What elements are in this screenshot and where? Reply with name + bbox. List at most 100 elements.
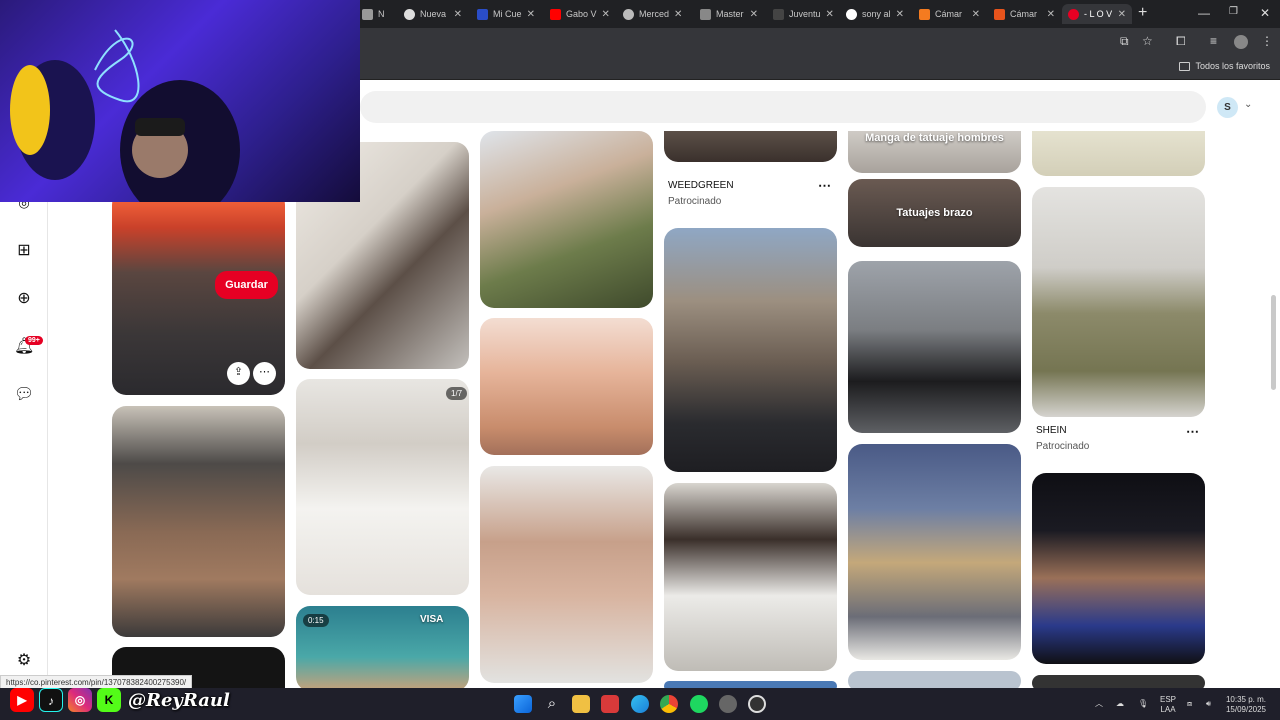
browser-tab-active[interactable]: - L O V ✕ <box>1062 4 1132 24</box>
tray-chevron-icon[interactable]: ︿ <box>1095 699 1103 709</box>
carousel-count-badge: 1/7 <box>446 387 468 400</box>
search-input[interactable] <box>360 91 1206 123</box>
tab-favicon-icon <box>404 8 415 20</box>
tab-close-icon[interactable]: ✕ <box>1047 9 1055 20</box>
media-icon[interactable]: ≡ <box>1210 34 1217 48</box>
sponsored-label: Patrocinado <box>668 196 722 207</box>
more-options-icon[interactable]: ⋯ <box>818 178 831 194</box>
tab-favicon-icon <box>773 8 784 20</box>
more-options-icon[interactable]: ⋯ <box>253 362 276 385</box>
share-icon[interactable]: ⇪ <box>227 362 250 385</box>
ad-title[interactable]: SHEIN <box>1036 425 1089 436</box>
create-icon[interactable]: ⊕ <box>14 289 34 309</box>
settings-gear-icon[interactable]: ⚙ <box>14 651 34 671</box>
browser-tab[interactable]: Cámar ✕ <box>913 4 986 24</box>
clock[interactable]: 10:35 p. m. 15/09/2025 <box>1223 695 1269 715</box>
tab-close-icon[interactable]: ✕ <box>1118 9 1126 20</box>
streamer-handle: @ReyRaul <box>128 689 230 711</box>
pin-image[interactable] <box>1032 131 1205 176</box>
windows-start-icon[interactable] <box>514 695 532 713</box>
ad-meta: SHEIN Patrocinado <box>1036 425 1089 452</box>
restore-icon[interactable]: ❐ <box>1229 6 1238 17</box>
scrollbar-thumb[interactable] <box>1271 295 1276 390</box>
pin-image-car-selfie[interactable] <box>112 406 285 637</box>
edge-icon[interactable] <box>631 695 649 713</box>
extensions-icon[interactable]: ⧠ <box>1176 34 1186 49</box>
profile-avatar-icon[interactable] <box>1234 35 1248 49</box>
pin-image-ad[interactable] <box>664 131 837 162</box>
input-language[interactable]: ESP LAA <box>1160 695 1176 715</box>
network-icon[interactable]: ⧈ <box>1187 699 1192 709</box>
pin-image[interactable] <box>664 681 837 688</box>
browser-tab[interactable]: Cámar ✕ <box>988 4 1061 24</box>
cast-icon[interactable]: ⧉ <box>1120 34 1129 49</box>
media-player-icon[interactable] <box>748 695 766 713</box>
boards-icon[interactable]: ⊞ <box>14 241 34 261</box>
browser-tab[interactable]: Merced ✕ <box>617 4 687 24</box>
tab-favicon-icon <box>623 8 634 20</box>
chrome-icon[interactable] <box>660 695 678 713</box>
tab-close-icon[interactable]: ✕ <box>602 9 610 20</box>
pin-image-city[interactable] <box>848 444 1021 660</box>
browser-tab[interactable]: Nueva ✕ <box>398 4 468 24</box>
app-icon[interactable] <box>719 695 737 713</box>
pin-image[interactable] <box>480 131 653 308</box>
browser-tab[interactable]: Master ✕ <box>694 4 764 24</box>
notification-count-badge: 99+ <box>25 336 43 345</box>
browser-tab[interactable]: Juventu ✕ <box>767 4 837 24</box>
browser-tab[interactable]: Mi Cue ✕ <box>471 4 541 24</box>
pin-image-selfie[interactable] <box>848 261 1021 433</box>
browser-tab[interactable]: Gabo V ✕ <box>544 4 614 24</box>
tab-close-icon[interactable]: ✕ <box>750 9 758 20</box>
instagram-icon: ◎ <box>68 688 92 712</box>
tab-close-icon[interactable]: ✕ <box>896 9 904 20</box>
youtube-icon: ▶ <box>10 688 34 712</box>
tab-close-icon[interactable]: ✕ <box>972 9 980 20</box>
tiktok-icon: ♪ <box>39 688 63 712</box>
tab-favicon-icon <box>362 8 373 20</box>
pin-image[interactable] <box>1032 675 1205 688</box>
tab-close-icon[interactable]: ✕ <box>527 9 535 20</box>
tab-favicon-icon <box>994 8 1005 20</box>
video-duration-badge: 0:15 <box>303 614 329 627</box>
more-options-icon[interactable]: ⋯ <box>1186 424 1199 440</box>
webcam-image <box>10 29 240 202</box>
messages-icon[interactable]: 💬︎ <box>14 385 34 405</box>
microphone-icon[interactable]: 🎙︎ <box>1138 699 1148 709</box>
pin-image-glasses[interactable] <box>296 379 469 595</box>
pin-overlay-text: Manga de tatuaje hombres <box>865 132 1004 144</box>
bookmark-star-icon[interactable]: ☆ <box>1142 34 1153 48</box>
tab-close-icon[interactable]: ✕ <box>826 9 834 20</box>
app-icon[interactable] <box>601 695 619 713</box>
close-window-icon[interactable]: ✕ <box>1260 6 1270 20</box>
tab-favicon-icon <box>919 8 930 20</box>
file-explorer-icon[interactable] <box>572 695 590 713</box>
volume-icon[interactable]: 🔊︎ <box>1206 699 1211 709</box>
browser-tab[interactable]: sony al ✕ <box>840 4 910 24</box>
stream-social-overlay: ▶ ♪ ◎ K @ReyRaul <box>0 687 230 713</box>
minimize-icon[interactable]: — <box>1198 6 1210 20</box>
pin-image-face-tattoo[interactable] <box>480 466 653 683</box>
tab-close-icon[interactable]: ✕ <box>454 9 462 20</box>
chevron-down-icon[interactable]: ⌄ <box>1244 99 1252 110</box>
pin-image[interactable] <box>848 671 1021 688</box>
search-icon[interactable]: ⌕ <box>543 695 561 713</box>
save-button[interactable]: Guardar <box>215 271 278 299</box>
pin-image-hills[interactable] <box>664 228 837 472</box>
browser-menu-icon[interactable]: ⋮ <box>1261 34 1273 48</box>
tab-favicon-icon <box>477 8 488 20</box>
tab-close-icon[interactable]: ✕ <box>674 9 682 20</box>
pin-image-fashion[interactable] <box>1032 187 1205 417</box>
pin-image-tattoo-torso[interactable] <box>480 318 653 455</box>
ad-title[interactable]: WEEDGREEN <box>668 180 734 191</box>
spotify-icon[interactable] <box>690 695 708 713</box>
visa-logo: VISA <box>420 614 444 625</box>
cloud-icon[interactable]: ☁ <box>1116 699 1124 709</box>
pin-image-mirror-selfie[interactable] <box>664 483 837 671</box>
all-bookmarks-folder[interactable]: Todos los favoritos <box>1179 61 1270 71</box>
pinterest-favicon-icon <box>1068 8 1079 20</box>
avatar[interactable]: S <box>1217 97 1238 118</box>
pin-image-night[interactable] <box>1032 473 1205 664</box>
new-tab-button[interactable]: + <box>1138 4 1147 22</box>
browser-tab[interactable]: N <box>356 4 396 24</box>
